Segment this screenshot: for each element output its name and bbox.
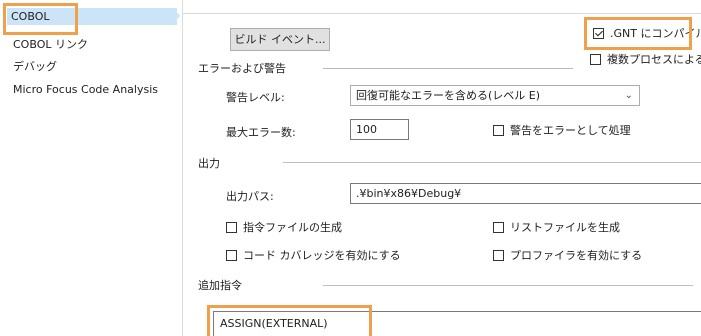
- sidebar-item-code-analysis[interactable]: Micro Focus Code Analysis: [9, 81, 158, 98]
- generate-directive-file-label: 指令ファイルの生成: [243, 221, 342, 234]
- generate-list-file-checkbox[interactable]: リストファイルを生成: [493, 219, 620, 235]
- checkbox-icon: [493, 124, 504, 136]
- enable-code-coverage-checkbox[interactable]: コード カバレッジを有効にする: [226, 247, 401, 263]
- output-path-input[interactable]: .¥bin¥x86¥Debug¥: [350, 183, 701, 204]
- build-events-button[interactable]: ビルド イベント...: [230, 28, 330, 51]
- compile-gnt-checkbox[interactable]: .GNT にコンパイル: [593, 25, 701, 41]
- warning-level-label: 警告レベル:: [226, 91, 285, 104]
- max-errors-label: 最大エラー数:: [226, 126, 296, 139]
- additional-directives-title: 追加指令: [198, 279, 242, 292]
- enable-profiler-label: プロファイラを有効にする: [510, 249, 643, 262]
- generate-list-file-label: リストファイルを生成: [510, 221, 620, 234]
- additional-directives-textarea[interactable]: ASSIGN(EXTERNAL): [213, 311, 701, 336]
- errors-section-divider: [323, 68, 573, 69]
- compile-gnt-label: .GNT にコンパイル: [610, 27, 701, 40]
- warning-level-value: 回復可能なエラーを含める(レベル E): [356, 89, 541, 102]
- chevron-down-icon: ⌄: [624, 90, 633, 101]
- sidebar-item-cobol-link[interactable]: COBOL リンク: [9, 36, 88, 53]
- project-properties-sidebar: COBOL COBOL リンク デバッグ Micro Focus Code An…: [0, 0, 183, 336]
- max-errors-input[interactable]: 100: [350, 119, 409, 140]
- checkbox-checked-icon: [593, 27, 604, 39]
- checkbox-icon: [590, 53, 601, 65]
- checkbox-icon: [226, 221, 237, 233]
- enable-code-coverage-label: コード カバレッジを有効にする: [243, 249, 401, 262]
- multiprocess-compile-checkbox[interactable]: 複数プロセスによるコン: [590, 51, 701, 67]
- output-section-divider: [283, 162, 701, 163]
- output-path-label: 出力パス:: [226, 190, 274, 203]
- errors-section-title: エラーおよび警告: [198, 62, 286, 75]
- enable-profiler-checkbox[interactable]: プロファイラを有効にする: [493, 247, 642, 263]
- sidebar-item-cobol[interactable]: COBOL: [7, 8, 177, 25]
- warning-level-select[interactable]: 回復可能なエラーを含める(レベル E) ⌄: [350, 85, 640, 106]
- multiprocess-compile-label: 複数プロセスによるコン: [607, 53, 701, 66]
- treat-warnings-label: 警告をエラーとして処理: [510, 124, 631, 137]
- output-section-title: 出力: [198, 157, 220, 170]
- top-divider: [183, 13, 701, 14]
- checkbox-icon: [493, 249, 504, 261]
- cobol-settings-panel: ビルド イベント... .GNT にコンパイル 複数プロセスによるコン エラーお…: [183, 0, 701, 336]
- checkbox-icon: [493, 221, 504, 233]
- generate-directive-file-checkbox[interactable]: 指令ファイルの生成: [226, 219, 342, 235]
- checkbox-icon: [226, 249, 237, 261]
- additional-directives-divider: [323, 285, 693, 286]
- treat-warnings-as-errors-checkbox[interactable]: 警告をエラーとして処理: [493, 122, 631, 138]
- selection-arrow: [173, 8, 180, 24]
- sidebar-item-debug[interactable]: デバッグ: [9, 58, 57, 75]
